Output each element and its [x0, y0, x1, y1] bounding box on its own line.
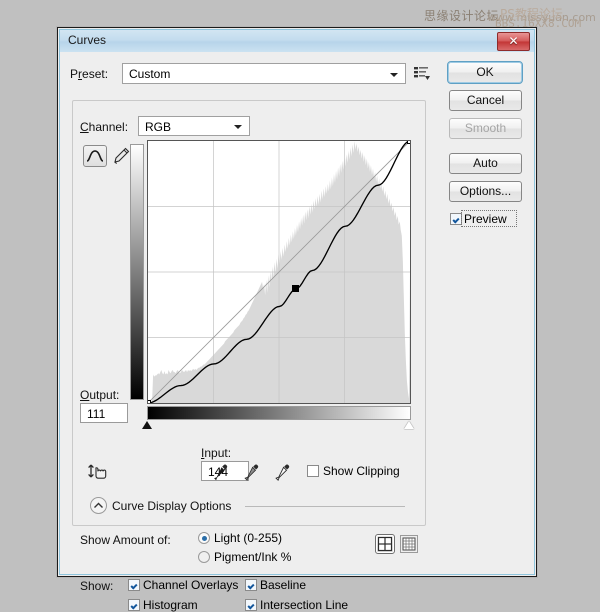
baseline-label: Baseline [260, 578, 307, 592]
watermark-site-name: 思缘设计论坛 [424, 9, 500, 23]
preview-label: Preview [464, 212, 507, 226]
section-divider [245, 506, 405, 507]
show-clipping-checkbox-box [307, 465, 319, 477]
input-gradient-bar [147, 406, 411, 420]
black-point-eyedropper-icon[interactable] [210, 462, 230, 482]
output-value: 111 [87, 407, 106, 421]
radio-light-dot [198, 532, 210, 544]
output-label: Output: [80, 388, 120, 402]
close-icon[interactable]: ✕ [497, 32, 530, 51]
preset-label: Preset: [70, 67, 109, 81]
grid-quarters-icon[interactable] [375, 534, 395, 554]
black-point-slider[interactable] [142, 421, 152, 429]
gray-point-eyedropper-icon[interactable] [241, 462, 261, 482]
output-gradient-bar [130, 144, 144, 400]
curve-control-point-white[interactable] [407, 141, 410, 144]
curve-display-options-label: Curve Display Options [112, 499, 232, 513]
channel-value: RGB [145, 120, 172, 134]
preset-menu-icon[interactable] [413, 65, 431, 81]
intersection-line-label: Intersection Line [260, 598, 349, 612]
preset-dropdown[interactable]: Custom [122, 63, 406, 84]
close-glyph: ✕ [508, 34, 519, 48]
radio-pigment-label: Pigment/Ink % [214, 550, 292, 564]
channel-label: Channel: [80, 120, 129, 134]
white-point-slider[interactable] [404, 421, 414, 429]
input-label: Input: [201, 446, 232, 460]
histogram-checkbox-box [128, 599, 140, 611]
smooth-button: Smooth [449, 118, 522, 139]
options-button[interactable]: Options... [449, 181, 522, 202]
histogram-label: Histogram [143, 598, 198, 612]
curve-graph-svg [148, 141, 410, 403]
curve-display-options-toggle[interactable] [90, 497, 107, 514]
radio-light-label: Light (0-255) [214, 531, 283, 545]
white-point-eyedropper-icon[interactable] [272, 462, 292, 482]
grid-tenths-icon[interactable] [400, 535, 418, 553]
curve-control-point-selected[interactable] [292, 285, 300, 293]
dialog-body: Preset: Custom OK Cancel Smooth Auto Opt… [60, 52, 534, 612]
curves-dialog: Curves ✕ Preset: Custom OK Cancel Smooth… [57, 27, 537, 612]
radio-pigment-dot [198, 551, 210, 563]
intersection-line-checkbox-box [245, 599, 257, 611]
auto-button[interactable]: Auto [449, 153, 522, 174]
show-clipping-label: Show Clipping [323, 464, 400, 478]
cancel-button[interactable]: Cancel [449, 90, 522, 111]
chevron-down-icon [234, 125, 242, 129]
pencil-draw-tool-icon[interactable] [110, 145, 132, 167]
channel-overlays-checkbox-box [128, 579, 140, 591]
preset-value: Custom [129, 67, 171, 81]
dialog-title: Curves [68, 33, 107, 47]
show-label: Show: [80, 579, 114, 593]
target-adjustment-tool-icon[interactable] [86, 460, 110, 484]
channel-dropdown[interactable]: RGB [138, 116, 250, 136]
ok-button[interactable]: OK [447, 61, 523, 84]
curve-control-point-black[interactable] [148, 400, 151, 403]
channel-overlays-label: Channel Overlays [143, 578, 239, 592]
dialog-inner-frame: Curves ✕ Preset: Custom OK Cancel Smooth… [59, 29, 535, 612]
watermark-site-url: www.missyuan.com [487, 11, 596, 24]
show-amount-label: Show Amount of: [80, 533, 171, 547]
chevron-down-icon [390, 73, 398, 77]
dialog-titlebar[interactable]: Curves ✕ [60, 30, 534, 53]
baseline-checkbox-box [245, 579, 257, 591]
watermark-forum-name: PS教程论坛 [500, 7, 563, 21]
curve-graph[interactable] [147, 140, 411, 404]
curve-edit-tool-icon[interactable] [83, 145, 107, 167]
output-input[interactable]: 111 [80, 403, 128, 423]
